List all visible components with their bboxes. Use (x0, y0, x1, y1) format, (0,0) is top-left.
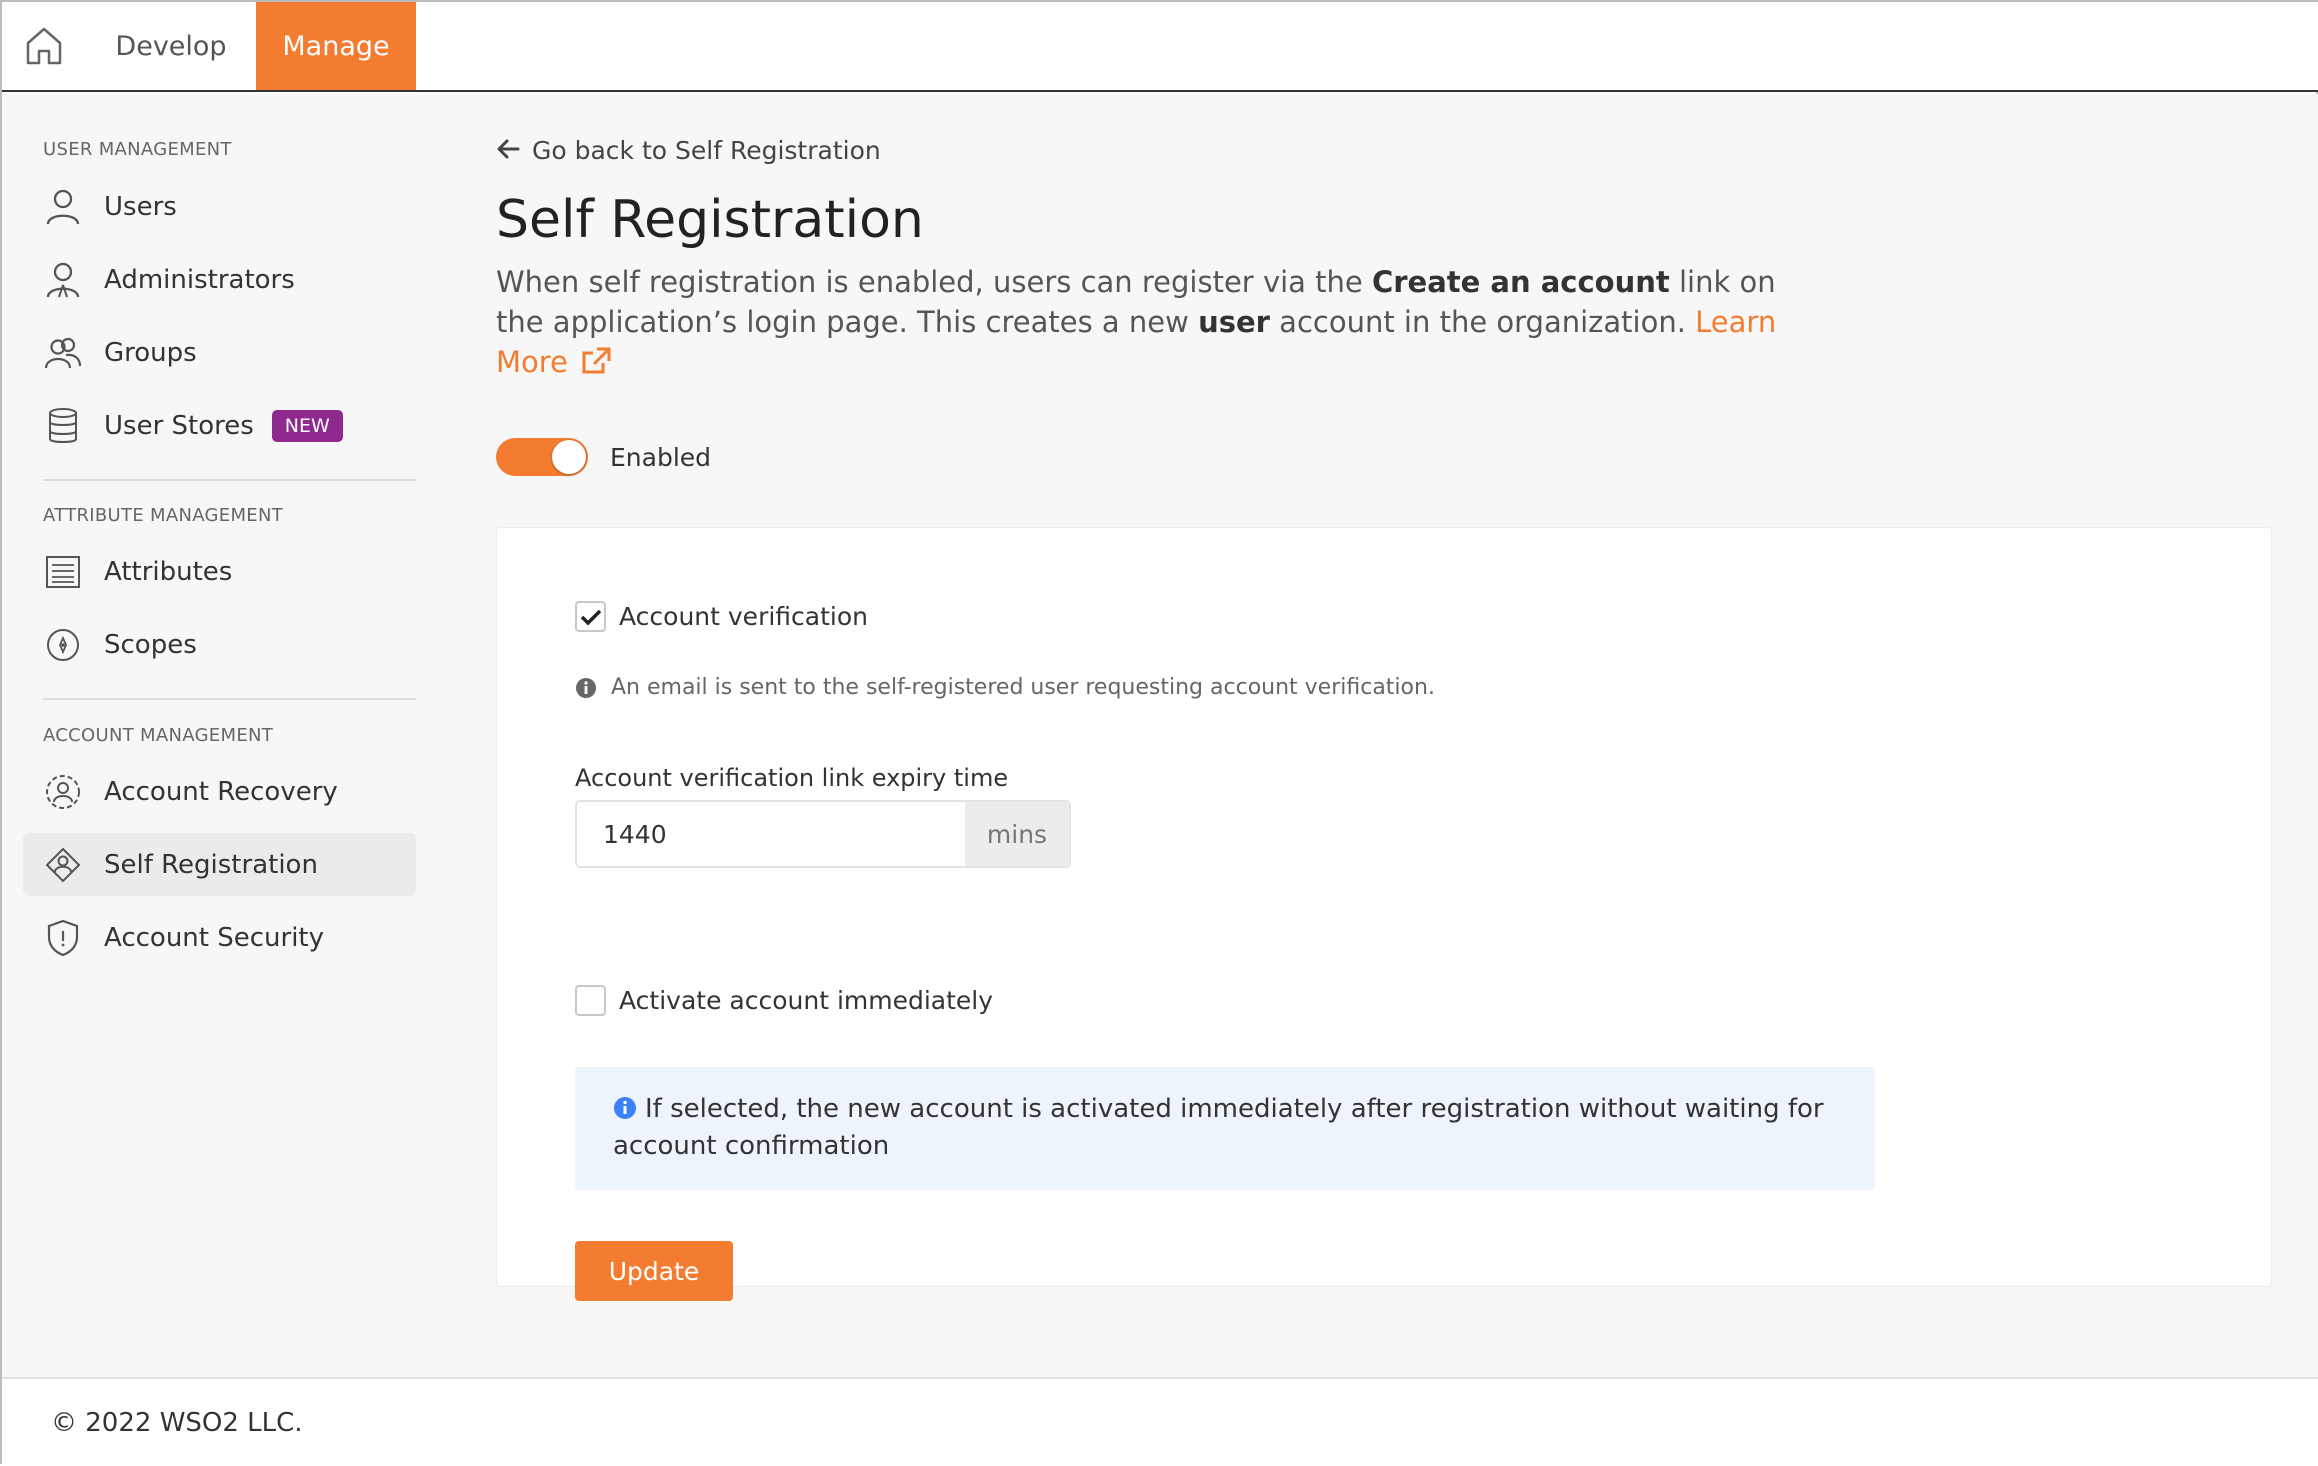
external-link-icon (582, 347, 611, 374)
enabled-toggle-row: Enabled (496, 438, 711, 476)
admin-icon (43, 260, 83, 300)
app-frame: Develop Manage USER MANAGEMENT Users Adm… (0, 0, 2318, 1466)
description-text: When self registration is enabled, users… (496, 265, 1372, 299)
settings-card: Account verification An email is sent to… (496, 527, 2272, 1301)
main-content: Go back to Self Registration Self Regist… (456, 94, 2318, 1377)
sidebar-item-groups[interactable]: Groups (23, 321, 416, 384)
copyright-text: © 2022 WSO2 LLC. (51, 1407, 303, 1438)
sidebar-item-account-recovery[interactable]: Account Recovery (23, 760, 416, 823)
account-verification-checkbox[interactable] (575, 601, 606, 632)
sidebar-item-label: Scopes (104, 629, 197, 660)
back-link-label: Go back to Self Registration (532, 136, 881, 165)
expiry-field-label: Account verification link expiry time (575, 764, 1009, 792)
description-text: account in the organization. (1269, 305, 1696, 339)
self-registration-icon (43, 845, 83, 885)
sidebar-item-user-stores[interactable]: User Stores NEW (23, 394, 416, 457)
sidebar-divider (43, 698, 416, 700)
info-message-text: If selected, the new account is activate… (613, 1094, 1824, 1161)
sidebar-item-account-security[interactable]: Account Security (23, 906, 416, 969)
account-verification-row: Account verification (575, 601, 868, 632)
sidebar-item-label: Account Security (104, 922, 325, 953)
update-button[interactable]: Update (575, 1241, 733, 1301)
activate-info-message: If selected, the new account is activate… (575, 1067, 1875, 1190)
activate-immediately-checkbox[interactable] (575, 985, 606, 1016)
sidebar-item-label: User Stores (104, 410, 254, 441)
account-recovery-icon (43, 772, 83, 812)
description-bold: Create an account (1371, 265, 1670, 299)
sidebar-item-administrators[interactable]: Administrators (23, 248, 416, 311)
section-title-account-management: ACCOUNT MANAGEMENT (43, 725, 274, 746)
sidebar-item-label: Attributes (104, 556, 233, 587)
enabled-toggle[interactable] (496, 438, 588, 476)
sidebar-item-label: Users (104, 191, 177, 222)
user-icon (43, 187, 83, 227)
home-icon (26, 27, 62, 65)
account-verification-hint: An email is sent to the self-registered … (575, 675, 1435, 700)
footer: © 2022 WSO2 LLC. (2, 1377, 2318, 1466)
tab-develop[interactable]: Develop (86, 2, 256, 90)
activate-immediately-row: Activate account immediately (575, 985, 993, 1016)
shield-icon (43, 918, 83, 958)
sidebar-item-attributes[interactable]: Attributes (23, 540, 416, 603)
sidebar-item-label: Groups (104, 337, 197, 368)
arrow-left-icon (496, 134, 520, 167)
hint-text: An email is sent to the self-registered … (611, 675, 1435, 700)
checkmark-icon (580, 609, 601, 625)
database-icon (43, 406, 83, 446)
account-verification-label: Account verification (619, 602, 868, 631)
attributes-icon (43, 552, 83, 592)
toggle-label: Enabled (610, 442, 712, 472)
page-title: Self Registration (496, 190, 924, 250)
sidebar-divider (43, 479, 416, 481)
section-title-attribute-management: ATTRIBUTE MANAGEMENT (43, 505, 284, 526)
sidebar-item-label: Administrators (104, 264, 295, 295)
scopes-icon (43, 625, 83, 665)
expiry-unit-label: mins (965, 802, 1069, 866)
description-bold: user (1198, 305, 1270, 339)
info-icon (614, 1097, 636, 1119)
activate-immediately-label: Activate account immediately (619, 986, 994, 1015)
info-icon (576, 677, 596, 698)
new-badge: NEW (271, 409, 343, 442)
sidebar: USER MANAGEMENT Users Administrators Gro… (2, 94, 456, 1377)
groups-icon (43, 333, 83, 373)
sidebar-item-self-registration[interactable]: Self Registration (23, 833, 416, 896)
top-navigation-bar: Develop Manage (2, 2, 2318, 92)
toggle-knob (552, 440, 586, 474)
sidebar-item-users[interactable]: Users (23, 175, 416, 238)
sidebar-item-label: Account Recovery (104, 776, 338, 807)
page-description: When self registration is enabled, users… (496, 262, 1796, 382)
sidebar-item-label: Self Registration (104, 849, 318, 880)
expiry-time-input[interactable]: 1440 (577, 802, 965, 866)
back-link[interactable]: Go back to Self Registration (496, 134, 881, 167)
section-title-user-management: USER MANAGEMENT (43, 139, 232, 160)
sidebar-item-scopes[interactable]: Scopes (23, 613, 416, 676)
tab-manage[interactable]: Manage (256, 2, 416, 90)
expiry-input-group: 1440 mins (575, 800, 1071, 868)
home-button[interactable] (2, 2, 86, 90)
